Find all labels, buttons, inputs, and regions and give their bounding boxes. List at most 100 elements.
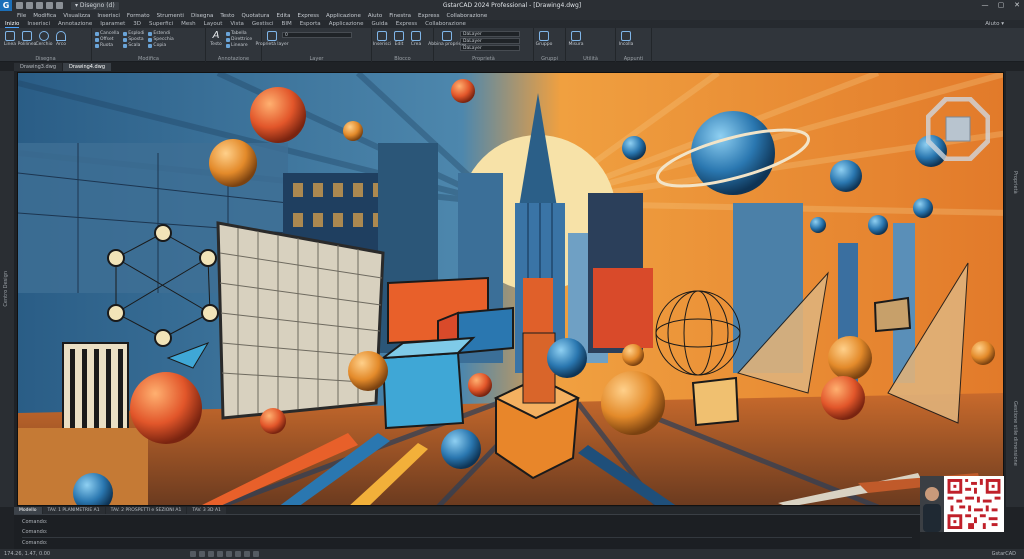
layout-tab[interactable]: TAV. 3 3D A1 [187, 507, 226, 514]
menu-item[interactable]: Edita [277, 13, 291, 19]
ribbon-tab[interactable]: Iparamet [100, 21, 125, 27]
menu-item[interactable]: Finestra [389, 13, 411, 19]
model-space-toggle-icon[interactable] [253, 551, 260, 557]
view-cube[interactable] [925, 96, 991, 162]
match-properties-tool[interactable]: Abbina proprietà [428, 30, 466, 50]
tab-model[interactable]: Modello [14, 507, 42, 514]
save-icon[interactable] [36, 2, 43, 9]
osnap-toggle-icon[interactable] [226, 551, 233, 557]
drawing-canvas[interactable] [17, 72, 1004, 506]
move-tool[interactable]: Sposta [123, 37, 144, 42]
lineweight-toggle-icon[interactable] [244, 551, 251, 557]
scale-tool[interactable]: Scala [123, 43, 144, 48]
open-file-icon[interactable] [26, 2, 33, 9]
menu-item[interactable]: Quotatura [242, 13, 270, 19]
menu-item[interactable]: Applicazione [326, 13, 361, 19]
dimension-style-palette-label[interactable]: Gestione stile dimensione [1012, 401, 1018, 466]
brush-icon [442, 31, 452, 41]
ribbon-tab[interactable]: Inserisci [27, 21, 50, 27]
maximize-button[interactable]: ▢ [996, 1, 1006, 9]
app-logo-icon[interactable]: G [0, 0, 12, 11]
close-button[interactable]: ✕ [1012, 1, 1022, 9]
right-palette-strip[interactable]: Proprietà Gestione stile dimensione [1006, 71, 1024, 507]
minimize-button[interactable]: — [980, 1, 990, 9]
title-bar: G ▾ Disegno (d) GstarCAD 2024 Profession… [0, 0, 1024, 11]
menu-item[interactable]: Aiuto [368, 13, 382, 19]
create-block-tool[interactable]: Crea [409, 30, 423, 50]
menu-item[interactable]: File [17, 13, 26, 19]
menu-item[interactable]: Formato [127, 13, 150, 19]
line-tool[interactable]: Linea [3, 30, 17, 50]
polyline-tool[interactable]: Polilinea [18, 30, 36, 50]
ortho-toggle-icon[interactable] [208, 551, 215, 557]
insert-block-tool[interactable]: Inserisci [373, 30, 391, 50]
ribbon-tab[interactable]: Gestisci [252, 21, 274, 27]
menu-item[interactable]: Testo [220, 13, 234, 19]
edit-block-tool[interactable]: Edit [392, 30, 406, 50]
menu-item[interactable]: Visualizza [63, 13, 90, 19]
measure-tool[interactable]: Misura [569, 30, 583, 50]
panel-block: Inserisci Edit Crea Blocco [372, 28, 434, 62]
help-menu[interactable]: Aiuto ▾ [985, 21, 1004, 27]
group-tool[interactable]: Gruppo [536, 30, 552, 50]
layer-properties-tool[interactable]: Proprietà layer [255, 30, 289, 50]
offset-tool[interactable]: Offset [95, 37, 119, 42]
menu-item[interactable]: Modifica [33, 13, 56, 19]
layer-select[interactable]: 0 [282, 32, 352, 38]
leader-tool[interactable]: Direttrice [226, 37, 252, 42]
menu-item[interactable]: Inserisci [97, 13, 120, 19]
doc-tab[interactable]: Drawing3.dwg [14, 63, 62, 71]
ribbon-tab[interactable]: Mesh [181, 21, 195, 27]
ribbon-tab[interactable]: Annotazione [58, 21, 92, 27]
linetype-select[interactable]: DaLayer [460, 38, 520, 44]
ribbon-tab[interactable]: Guida [372, 21, 388, 27]
menu-item[interactable]: Disegna [191, 13, 213, 19]
ribbon-tab[interactable]: Superfici [149, 21, 173, 27]
erase-tool[interactable]: Cancella [95, 31, 119, 36]
doc-tab-active[interactable]: Drawing4.dwg [63, 63, 111, 71]
circle-tool[interactable]: Cerchio [36, 30, 53, 50]
text-tool[interactable]: A Testo [209, 30, 223, 50]
linear-dimension-tool[interactable]: Lineare [226, 43, 252, 48]
new-file-icon[interactable] [16, 2, 23, 9]
redo-icon[interactable] [56, 2, 63, 9]
snap-toggle-icon[interactable] [199, 551, 206, 557]
paste-tool[interactable]: Incolla [619, 30, 633, 50]
ribbon-tab[interactable]: Vista [230, 21, 244, 27]
menu-item[interactable]: Collaborazione [447, 13, 488, 19]
mirror-tool[interactable]: Specchia [148, 37, 173, 42]
color-select[interactable]: DaLayer [460, 31, 520, 37]
properties-palette-label[interactable]: Proprietà [1012, 171, 1018, 194]
qr-code [944, 476, 1004, 532]
left-palette-strip[interactable]: Centro Design [0, 71, 14, 507]
ribbon-tab[interactable]: Applicazione [329, 21, 364, 27]
qr-code-icon [947, 479, 1001, 529]
extend-tool[interactable]: Estendi [148, 31, 173, 36]
arc-tool[interactable]: Arco [54, 30, 68, 50]
explode-tool[interactable]: Esplodi [123, 31, 144, 36]
menu-item[interactable]: Strumenti [157, 13, 184, 19]
grid-toggle-icon[interactable] [190, 551, 197, 557]
workspace-select[interactable]: ▾ Disegno (d) [71, 1, 119, 10]
layout-tab[interactable]: TAV. 1 PLANIMETRIE A1 [42, 507, 105, 514]
command-line[interactable]: Comando: Comando: Comando: [14, 514, 920, 549]
design-center-label[interactable]: Centro Design [3, 271, 9, 307]
rotate-tool[interactable]: Ruota [95, 43, 119, 48]
ribbon-tab[interactable]: BIM [282, 21, 292, 27]
otrack-toggle-icon[interactable] [235, 551, 242, 557]
command-input[interactable]: Comando: [22, 537, 912, 548]
menu-item[interactable]: Express [418, 13, 439, 19]
ribbon-tab[interactable]: Layout [204, 21, 223, 27]
ribbon-tab[interactable]: Collaborazione [425, 21, 466, 27]
ribbon-tab[interactable]: Esporta [300, 21, 321, 27]
table-tool[interactable]: Tabella [226, 31, 252, 36]
undo-icon[interactable] [46, 2, 53, 9]
menu-item[interactable]: Express [298, 13, 319, 19]
polar-toggle-icon[interactable] [217, 551, 224, 557]
lineweight-select[interactable]: DaLayer [460, 45, 520, 51]
layout-tab[interactable]: TAV. 2 PROSPETTI e SEZIONI A1 [105, 507, 187, 514]
ribbon-tab[interactable]: 3D [133, 21, 141, 27]
tab-home[interactable]: Inizio [5, 21, 20, 28]
ribbon-tab[interactable]: Express [396, 21, 417, 27]
copy-tool[interactable]: Copia [148, 43, 173, 48]
